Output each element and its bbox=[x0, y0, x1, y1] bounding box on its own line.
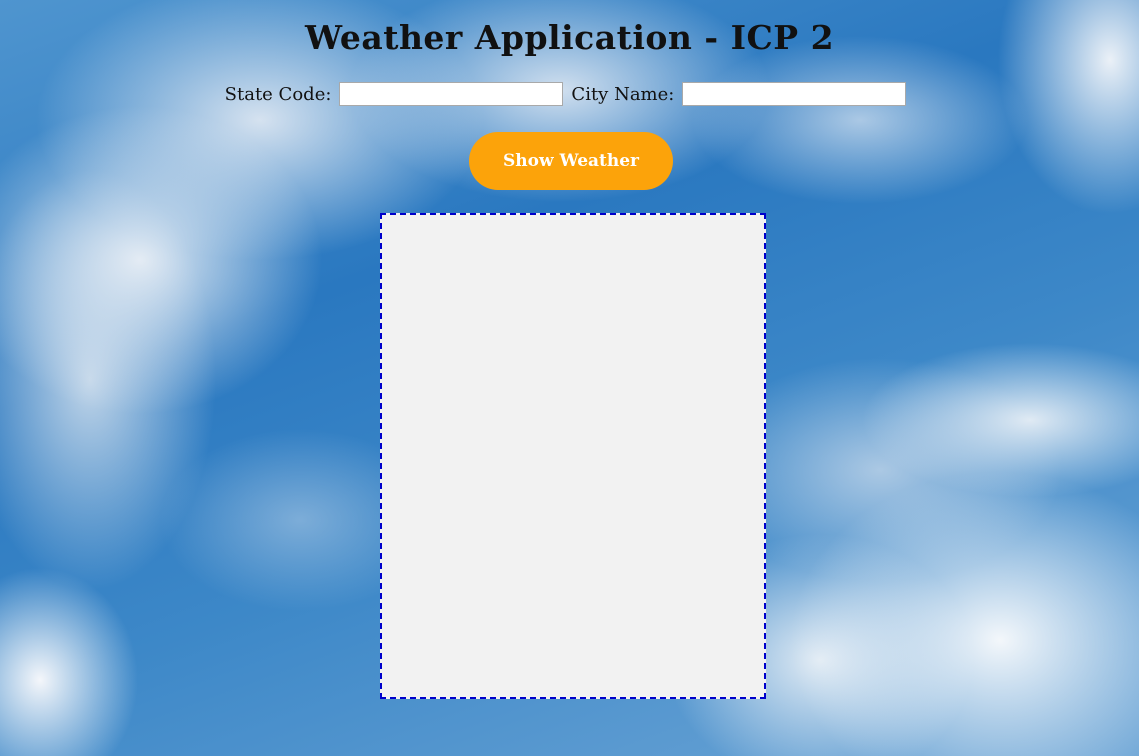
page-title: Weather Application - ICP 2 bbox=[304, 18, 835, 57]
search-form: State Code: City Name: bbox=[0, 82, 1139, 106]
state-code-label: State Code: bbox=[224, 83, 332, 105]
state-code-input[interactable] bbox=[339, 82, 564, 106]
city-name-input[interactable] bbox=[682, 82, 907, 106]
show-weather-button[interactable]: Show Weather bbox=[469, 132, 673, 190]
weather-result-panel bbox=[380, 213, 766, 699]
city-name-label: City Name: bbox=[571, 83, 675, 105]
